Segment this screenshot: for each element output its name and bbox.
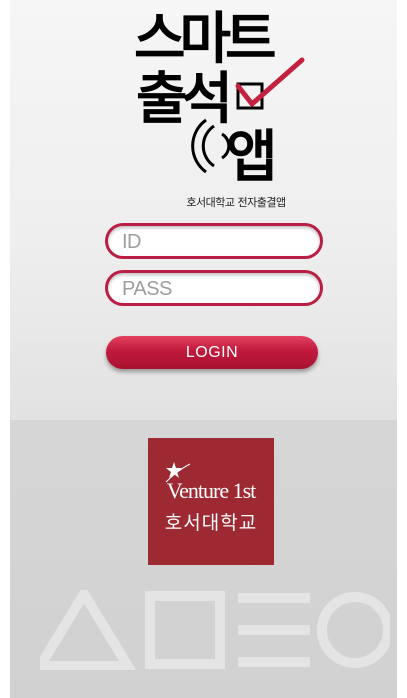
login-button[interactable]: LOGIN	[106, 336, 318, 369]
triangle-icon	[40, 590, 137, 670]
id-input[interactable]	[120, 226, 314, 258]
app-screen: 스마트 출석 앱 호서대학교 전자출결앱 LOGIN Venture 1st 호…	[10, 0, 397, 698]
app-logo: 스마트 출석 앱	[134, 7, 305, 182]
svg-text:앱: 앱	[226, 125, 278, 182]
circle-icon	[317, 592, 390, 668]
sponsor-logo: Venture 1st 호서대학교	[148, 438, 274, 565]
decorative-shapes	[40, 590, 390, 670]
sponsor-korean: 호서대학교	[164, 512, 258, 534]
menu-lines-icon	[238, 593, 310, 667]
pass-field-frame	[105, 270, 323, 306]
svg-text:스마트: 스마트	[134, 7, 275, 72]
password-input[interactable]	[120, 273, 314, 305]
app-subtitle: 호서대학교 전자출결앱	[186, 196, 286, 209]
id-field-frame	[105, 223, 323, 259]
square-icon	[145, 591, 225, 669]
sponsor-english: Venture 1st	[166, 478, 257, 503]
svg-text:출석: 출석	[136, 67, 228, 132]
